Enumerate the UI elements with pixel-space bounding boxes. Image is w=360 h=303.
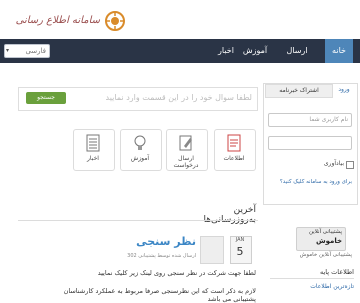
post-body-line: لازم به ذکر است که این نظرسنجی صرفا مربو… <box>63 287 256 303</box>
nav-item-home[interactable]: خانه <box>325 39 353 63</box>
document-icon <box>227 134 241 152</box>
tile-send-request-label: ارسال درخواست <box>173 155 199 169</box>
remember-checkbox[interactable] <box>346 161 354 169</box>
question-input[interactable]: لطفا سوال خود را در این قسمت وارد نمایید <box>88 91 252 105</box>
newspaper-icon <box>86 134 100 152</box>
date-day: 5 <box>236 245 244 258</box>
post-body-line: لطفا جهت شرکت در نظر سنجی روی لینک زیر ک… <box>97 269 256 277</box>
section-title: آخرین به‌روزرسانی‌ها <box>203 205 257 225</box>
tile-education-label: آموزش <box>130 155 150 162</box>
post-meta: ارسال شده توسط پشتیبانی 302 <box>127 253 196 259</box>
support-status: خاموش <box>315 237 342 245</box>
password-input[interactable] <box>268 136 352 150</box>
chevron-down-icon: ▾ <box>6 47 10 54</box>
edit-icon <box>179 135 192 151</box>
nav-item-education[interactable]: آموزش <box>240 39 270 63</box>
tab-newsletter[interactable]: اشتراک خبرنامه <box>265 84 333 98</box>
info-title: اطلاعات پایه <box>270 268 354 279</box>
lightbulb-icon <box>134 135 146 150</box>
nav-item-news[interactable]: اخبار <box>212 39 240 63</box>
username-input[interactable]: نام کاربری شما <box>268 113 352 127</box>
tile-info-label: اطلاعات <box>223 155 245 162</box>
tile-news-label: اخبار <box>87 155 99 162</box>
date-month: JAN <box>235 237 245 243</box>
tab-login[interactable]: ورود <box>333 84 355 96</box>
post-title[interactable]: نظر سنجی <box>118 235 196 248</box>
logo-text[interactable]: سامانه اطلاع رسانی <box>0 6 100 36</box>
support-label: پشتیبانی آنلاین <box>308 229 342 235</box>
avatar <box>200 236 224 264</box>
divider <box>18 220 258 221</box>
remember-label: بیادآوری <box>323 160 344 167</box>
forgot-link[interactable]: برای ورود به سامانه کلیک کنید؟ <box>268 178 352 187</box>
logo-icon[interactable] <box>104 10 126 32</box>
info-link[interactable]: تازه‌ترین اطلاعات <box>270 283 354 290</box>
question-submit-button[interactable]: جستجو <box>26 92 66 104</box>
nav-item-send-request[interactable]: ارسال درخواست <box>270 39 324 79</box>
support-under-text: پشتیبانی آنلاین خاموش <box>299 252 352 258</box>
language-select[interactable]: فارسی <box>4 44 50 58</box>
